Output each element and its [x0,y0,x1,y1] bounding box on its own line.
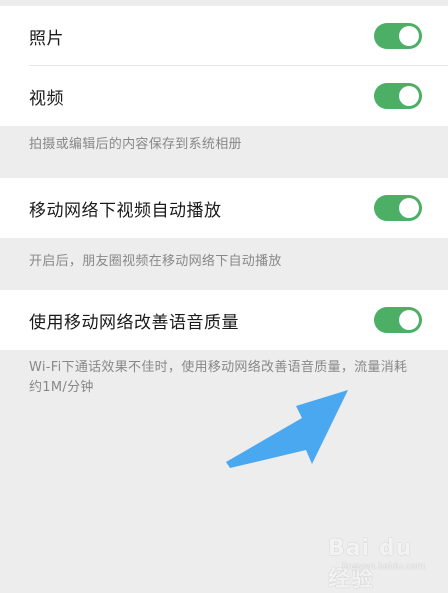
autoplay-group: 移动网络下视频自动播放 [0,178,448,238]
row-photos-label: 照片 [29,28,64,49]
voice-quality-toggle[interactable] [374,307,422,333]
arrow-up-right-icon [226,390,348,468]
row-voice-quality[interactable]: 使用移动网络改善语音质量 [0,290,448,350]
row-autoplay-label: 移动网络下视频自动播放 [29,200,222,221]
settings-screen: 照片 视频 拍摄或编辑后的内容保存到系统相册 移动网络下视频自动播放 开启后，朋… [0,0,448,582]
row-videos[interactable]: 视频 [0,66,448,126]
row-photos[interactable]: 照片 [0,6,448,66]
watermark-sub: jingyan.baidu.com [342,562,426,572]
media-save-group: 照片 视频 [0,6,448,126]
row-autoplay[interactable]: 移动网络下视频自动播放 [0,178,448,238]
toggle-knob [399,86,419,106]
watermark-logo: Bai du 经验 jingyan.baidu.com [328,528,440,592]
media-save-hint: 拍摄或编辑后的内容保存到系统相册 [29,137,242,152]
photos-toggle[interactable] [374,23,422,49]
autoplay-hint: 开启后，朋友圈视频在移动网络下自动播放 [29,254,282,269]
row-voice-quality-label: 使用移动网络改善语音质量 [29,312,239,333]
toggle-knob [399,26,419,46]
arrow-shape [226,390,348,468]
autoplay-toggle[interactable] [374,195,422,221]
toggle-knob [399,198,419,218]
voice-quality-group: 使用移动网络改善语音质量 [0,290,448,350]
toggle-knob [399,310,419,330]
row-videos-label: 视频 [29,88,64,109]
videos-toggle[interactable] [374,83,422,109]
